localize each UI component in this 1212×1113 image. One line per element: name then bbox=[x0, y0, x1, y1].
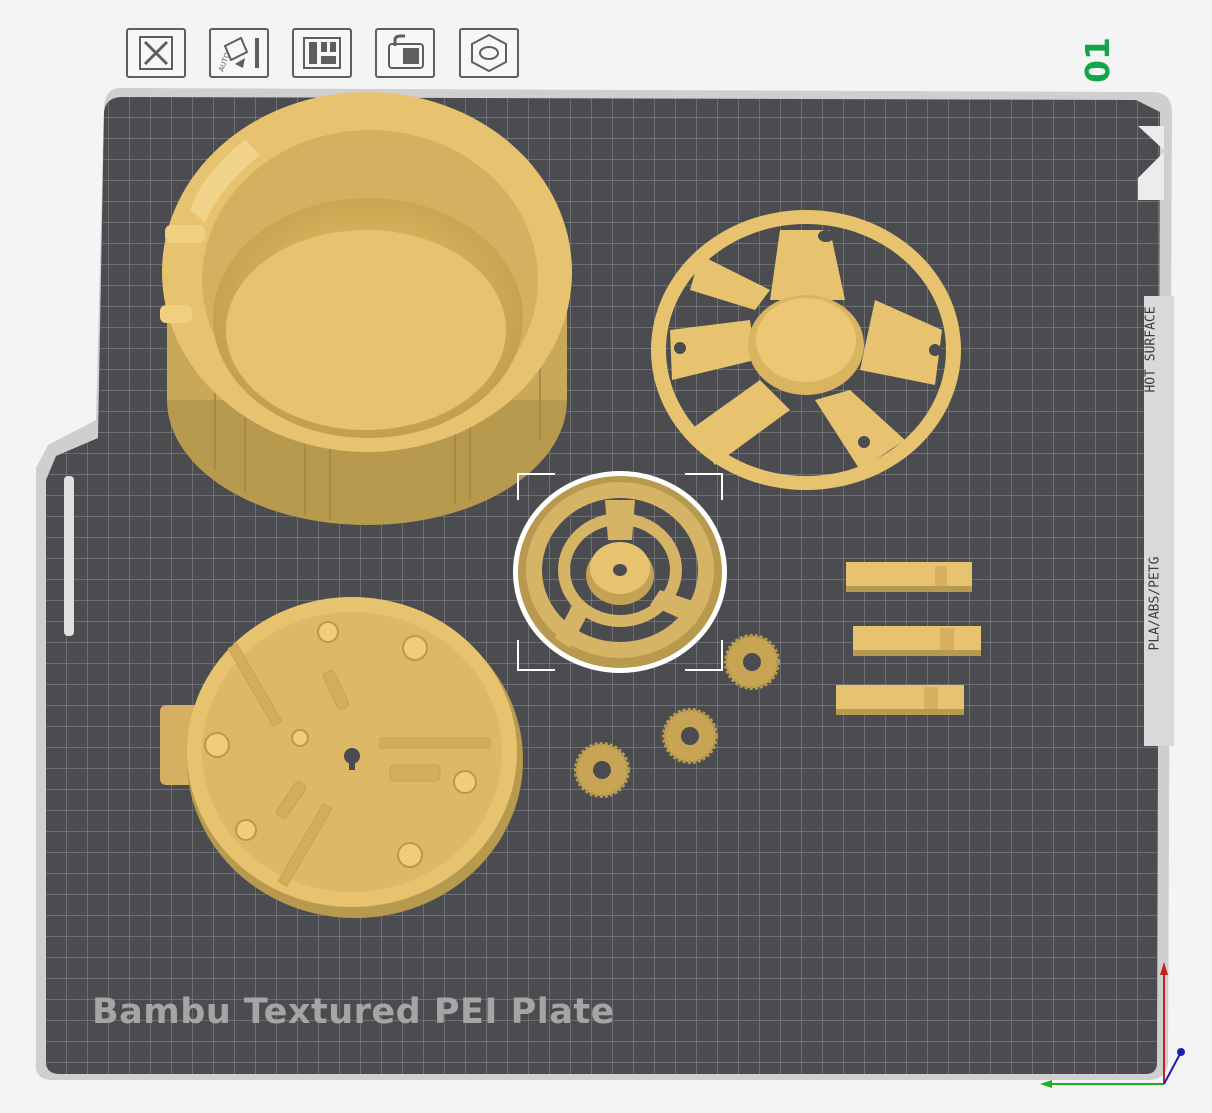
plate-handle-slot bbox=[64, 476, 74, 636]
small-gear-3[interactable] bbox=[574, 742, 630, 798]
large-spur-gear[interactable] bbox=[513, 471, 727, 673]
close-icon bbox=[139, 36, 173, 70]
auto-orient-icon: AUTO bbox=[217, 36, 259, 73]
rack-3[interactable] bbox=[836, 685, 964, 715]
arrange-icon bbox=[303, 37, 341, 69]
plate-settings-button[interactable] bbox=[459, 28, 519, 78]
small-gear-1[interactable] bbox=[724, 634, 780, 690]
rack-1[interactable] bbox=[846, 562, 972, 592]
auto-orient-button[interactable]: AUTO bbox=[209, 28, 269, 78]
filament-compatibility-label: PLA/ABS/PETG bbox=[1147, 556, 1163, 651]
3d-viewport[interactable] bbox=[0, 0, 1212, 1113]
z-axis-arrow-icon bbox=[1177, 1048, 1185, 1056]
small-gear-2[interactable] bbox=[662, 708, 718, 764]
hex-nut-icon bbox=[471, 33, 507, 73]
lock-icon bbox=[388, 34, 424, 69]
auto-badge: AUTO bbox=[217, 51, 231, 73]
x-axis-arrow-icon bbox=[1040, 1080, 1052, 1088]
lock-plate-button[interactable] bbox=[375, 28, 435, 78]
plate-name-label: Bambu Textured PEI Plate bbox=[92, 992, 615, 1032]
delete-plate-button[interactable] bbox=[126, 28, 186, 78]
hot-surface-warning: HOT SURFACE bbox=[1143, 306, 1159, 393]
spoked-ring-frame[interactable] bbox=[651, 210, 961, 490]
rack-2[interactable] bbox=[853, 626, 981, 656]
plate-index-label: 01 bbox=[1078, 37, 1117, 83]
cylindrical-housing[interactable] bbox=[160, 92, 572, 525]
arrange-button[interactable] bbox=[292, 28, 352, 78]
